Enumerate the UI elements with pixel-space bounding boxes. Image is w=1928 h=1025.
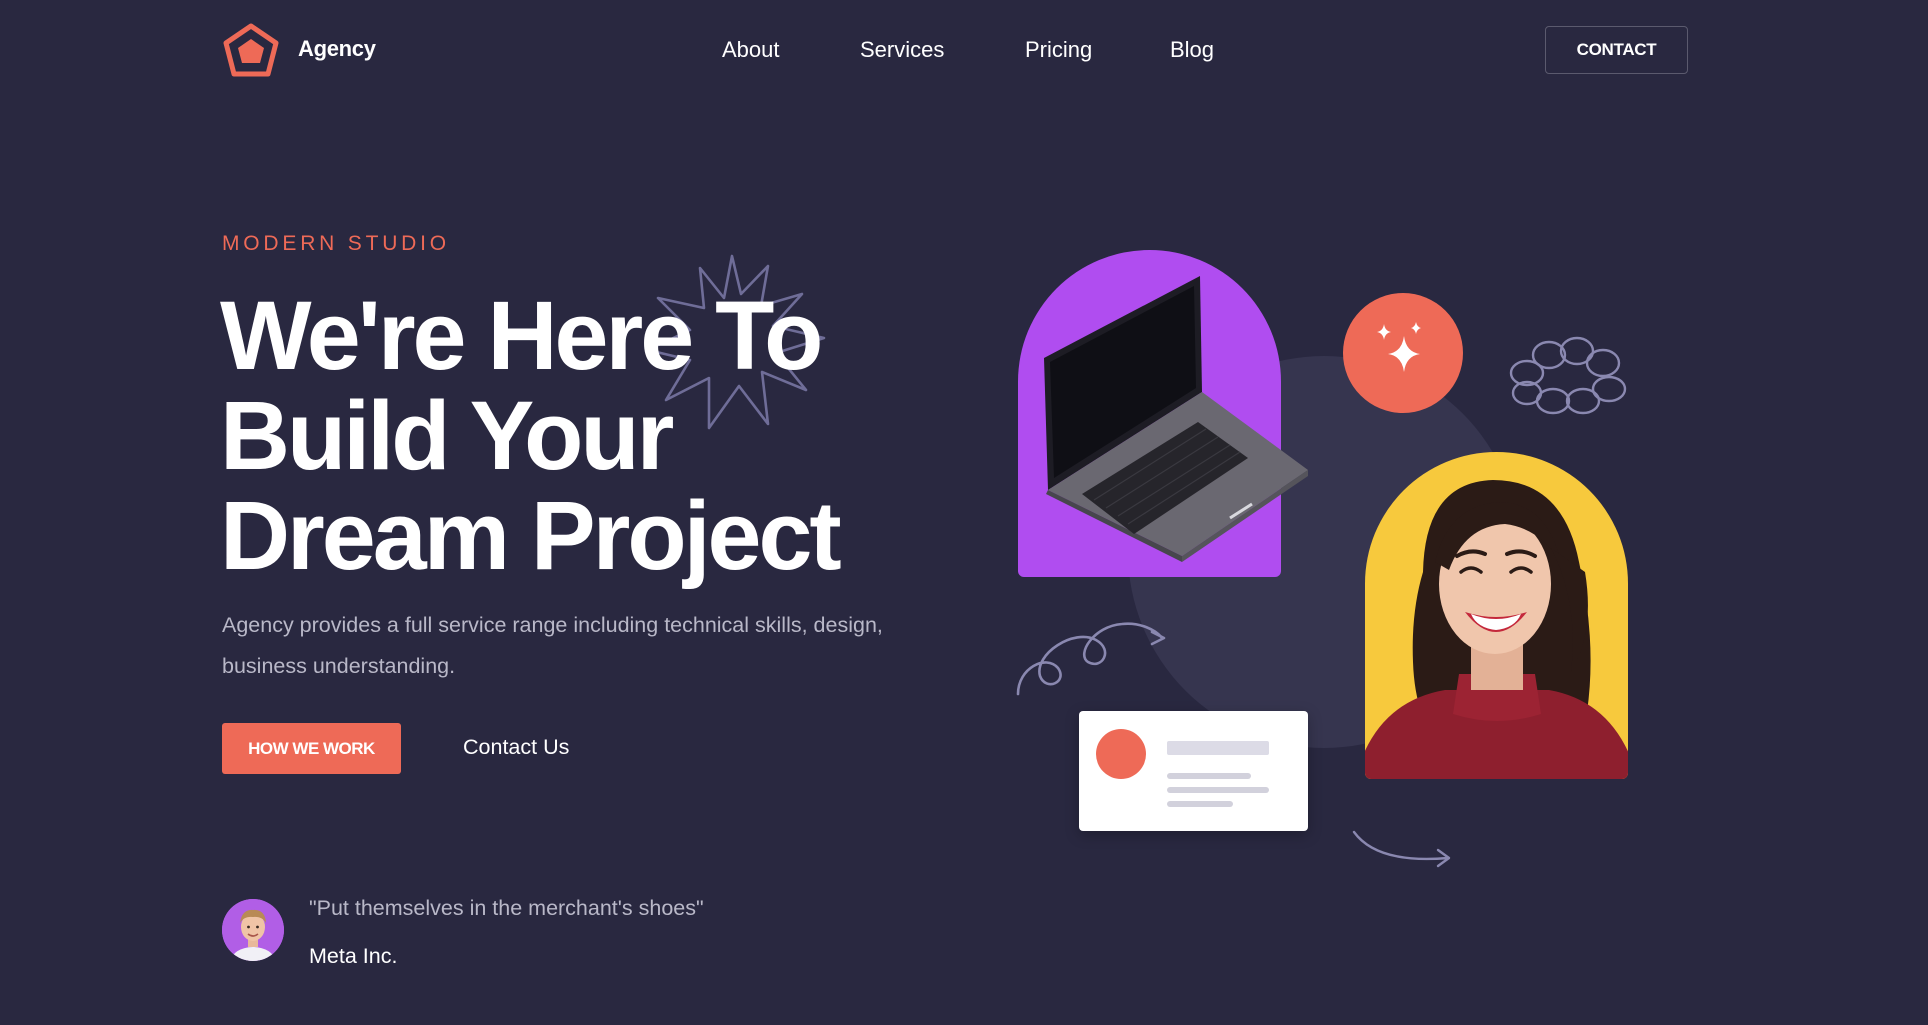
cloud-doodle-icon (1509, 336, 1627, 415)
headline-line-1: We're Here To (220, 281, 823, 390)
contact-button[interactable]: CONTACT (1545, 26, 1688, 74)
headline-line-3: Dream Project (220, 481, 842, 590)
swirl-doodle-icon (1016, 622, 1166, 696)
avatar (222, 899, 284, 961)
headline-line-2: Build Your (220, 381, 674, 490)
eyebrow-label: MODERN STUDIO (222, 232, 450, 255)
arrow-doodle-icon (1352, 830, 1451, 868)
testimonial-company: Meta Inc. (309, 944, 398, 968)
person-avatar-icon (222, 899, 284, 961)
nav-blog[interactable]: Blog (1170, 37, 1214, 63)
nav-about[interactable]: About (722, 37, 780, 63)
hero-headline: We're Here To Build Your Dream Project (220, 286, 940, 586)
laptop-icon (1044, 276, 1308, 562)
pentagon-logo-icon[interactable] (222, 22, 280, 80)
contact-us-link[interactable]: Contact Us (463, 735, 569, 760)
testimonial-quote: "Put themselves in the merchant's shoes" (309, 896, 704, 920)
brand-name[interactable]: Agency (298, 36, 376, 62)
nav-services[interactable]: Services (860, 37, 944, 63)
hero-description: Agency provides a full service range inc… (222, 613, 883, 678)
profile-card-icon (1079, 711, 1308, 831)
yellow-arch-photo (1365, 452, 1628, 779)
nav-pricing[interactable]: Pricing (1025, 37, 1092, 63)
sparkle-icon (1377, 322, 1421, 372)
how-we-work-button[interactable]: HOW WE WORK (222, 723, 401, 774)
smiling-woman-photo (1365, 480, 1628, 779)
